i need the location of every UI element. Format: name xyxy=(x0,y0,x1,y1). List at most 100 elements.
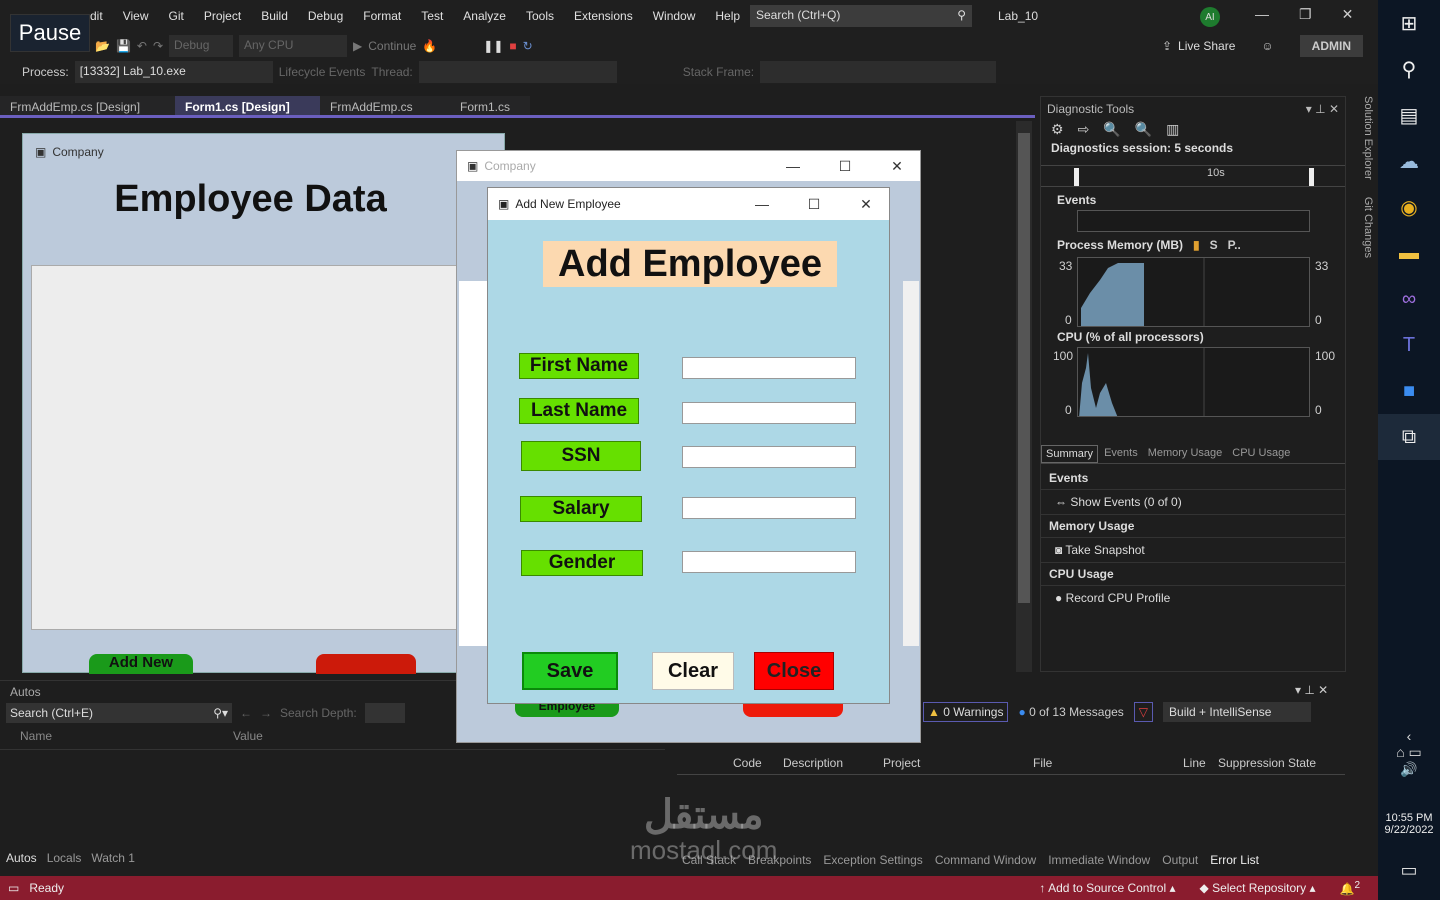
export-icon[interactable]: ⇨ xyxy=(1078,121,1090,138)
messages-filter[interactable]: ● 0 of 13 Messages xyxy=(1018,705,1123,719)
gender-input[interactable] xyxy=(682,551,856,573)
tab-exception-settings[interactable]: Exception Settings xyxy=(823,853,922,867)
designer-scrollbar[interactable] xyxy=(1016,121,1032,672)
settings-icon[interactable]: ⚙ xyxy=(1051,121,1064,138)
process-dropdown[interactable]: [13332] Lab_10.exe xyxy=(74,61,273,83)
teams-icon[interactable]: T xyxy=(1378,322,1440,368)
zoom-out-icon[interactable]: 🔍 xyxy=(1135,121,1152,138)
error-list-controls-icon[interactable]: ▾ ⊥ ✕ xyxy=(1295,683,1328,697)
select-repository-button[interactable]: ◆ Select Repository ▴ xyxy=(1200,881,1316,895)
menu-window[interactable]: Window xyxy=(643,9,706,23)
tab-command-window[interactable]: Command Window xyxy=(935,853,1036,867)
config-dropdown[interactable]: Debug xyxy=(169,35,234,57)
zoom-icon[interactable]: ■ xyxy=(1378,368,1440,414)
column-file[interactable]: File xyxy=(1033,756,1183,770)
search-icon[interactable]: ⚲ xyxy=(1378,46,1440,92)
menu-help[interactable]: Help xyxy=(705,9,750,23)
close-icon[interactable]: ✕ xyxy=(843,196,889,213)
chrome-icon[interactable]: ◉ xyxy=(1378,184,1440,230)
clear-button[interactable]: Clear xyxy=(652,652,734,690)
column-line[interactable]: Line xyxy=(1183,756,1218,770)
add-to-source-control-button[interactable]: ↑ Add to Source Control ▴ xyxy=(1039,881,1175,895)
tab-frmaddemp-code[interactable]: FrmAddEmp.cs xyxy=(320,96,450,115)
stack-frame-dropdown[interactable] xyxy=(760,61,997,83)
lifecycle-events[interactable]: Lifecycle Events xyxy=(279,65,366,79)
design-close-button[interactable] xyxy=(316,654,416,674)
output-icon[interactable]: ▭ xyxy=(8,881,19,895)
tab-output[interactable]: Output xyxy=(1162,853,1198,867)
network-icon[interactable]: ⌂ ▭ xyxy=(1378,744,1440,761)
column-name[interactable]: Name xyxy=(20,729,233,743)
menu-build[interactable]: Build xyxy=(251,9,298,23)
column-project[interactable]: Project xyxy=(883,756,1033,770)
menu-view[interactable]: View xyxy=(113,9,159,23)
undo-icon[interactable]: ↶ xyxy=(137,39,147,53)
search-depth-dropdown[interactable] xyxy=(364,703,405,723)
tab-events[interactable]: Events xyxy=(1100,445,1142,463)
clock-time[interactable]: 10:55 PM xyxy=(1378,812,1440,824)
pause-icon[interactable]: ❚❚ xyxy=(483,39,503,53)
tab-memory-usage[interactable]: Memory Usage xyxy=(1144,445,1227,463)
close-icon[interactable]: ✕ xyxy=(874,158,920,175)
salary-input[interactable] xyxy=(682,497,856,519)
show-events-link[interactable]: ⇔ Show Events (0 of 0) xyxy=(1041,490,1345,515)
platform-dropdown[interactable]: Any CPU xyxy=(239,35,348,57)
notifications-icon[interactable]: 🔔2 xyxy=(1339,880,1360,896)
company-close-button[interactable] xyxy=(743,703,843,717)
menu-analyze[interactable]: Analyze xyxy=(453,9,516,23)
minimize-icon[interactable]: — xyxy=(770,158,816,174)
maximize-icon[interactable]: ☐ xyxy=(822,158,868,175)
column-description[interactable]: Description xyxy=(783,756,883,770)
menu-git[interactable]: Git xyxy=(158,9,193,23)
continue-icon[interactable]: ▶ xyxy=(353,39,362,53)
redo-icon[interactable]: ↷ xyxy=(153,39,163,53)
thread-dropdown[interactable] xyxy=(418,61,617,83)
chevron-left-icon[interactable]: ‹ xyxy=(1378,728,1440,744)
menu-debug[interactable]: Debug xyxy=(298,9,353,23)
add-new-button[interactable]: Add New xyxy=(89,654,193,674)
minimize-icon[interactable]: — xyxy=(1255,6,1269,23)
column-code[interactable]: Code xyxy=(733,756,783,770)
zoom-in-icon[interactable]: 🔍 xyxy=(1103,121,1120,138)
feedback-icon[interactable]: ☺ xyxy=(1261,39,1273,53)
tab-form1-design[interactable]: Form1.cs [Design] xyxy=(175,96,320,115)
tab-summary[interactable]: Summary xyxy=(1041,445,1099,463)
autos-search-input[interactable]: Search (Ctrl+E) ⚲▾ xyxy=(6,703,232,723)
warnings-filter[interactable]: ▲ 0 Warnings xyxy=(923,702,1009,722)
admin-badge[interactable]: ADMIN xyxy=(1299,35,1363,57)
live-share-button[interactable]: Live Share xyxy=(1178,39,1235,53)
menu-test[interactable]: Test xyxy=(411,9,453,23)
save-icon[interactable]: 💾 xyxy=(116,39,131,53)
first-name-input[interactable] xyxy=(682,357,856,379)
tab-autos[interactable]: Autos xyxy=(6,851,37,865)
visual-studio-icon[interactable]: ∞ xyxy=(1378,276,1440,322)
tab-cpu-usage[interactable]: CPU Usage xyxy=(1228,445,1294,463)
reset-view-icon[interactable]: ▥ xyxy=(1166,121,1179,138)
continue-button[interactable]: Continue xyxy=(368,39,416,53)
solution-explorer-tab[interactable]: Solution Explorer xyxy=(1362,96,1374,180)
close-icon[interactable]: ✕ xyxy=(1342,6,1354,23)
timeline-ruler[interactable]: 10s xyxy=(1041,165,1345,187)
file-explorer-icon[interactable]: ▬ xyxy=(1378,230,1440,276)
close-button[interactable]: Close xyxy=(754,652,834,690)
record-cpu-profile-button[interactable]: ● Record CPU Profile xyxy=(1041,586,1345,610)
panel-controls-icon[interactable]: ▾ ⊥ ✕ xyxy=(1306,102,1339,116)
menu-extensions[interactable]: Extensions xyxy=(564,9,643,23)
menu-project[interactable]: Project xyxy=(194,9,251,23)
scope-dropdown[interactable]: Build + IntelliSense xyxy=(1163,702,1312,722)
tab-error-list[interactable]: Error List xyxy=(1210,853,1259,867)
filter-icon[interactable]: ▽ xyxy=(1133,702,1154,722)
ssn-input[interactable] xyxy=(682,446,856,468)
live-share-icon[interactable]: ⇪ xyxy=(1162,39,1172,53)
add-new-employee-button[interactable]: Employee xyxy=(515,703,619,717)
open-icon[interactable]: 📂 xyxy=(95,39,110,53)
maximize-icon[interactable]: ☐ xyxy=(791,196,837,213)
hot-reload-icon[interactable]: 🔥 xyxy=(422,39,437,53)
cpu-header[interactable]: CPU (% of all processors) xyxy=(1057,330,1204,344)
tab-watch-1[interactable]: Watch 1 xyxy=(91,851,135,865)
memory-header[interactable]: Process Memory (MB) ▮ S P.. xyxy=(1057,238,1241,252)
data-grid[interactable] xyxy=(31,265,461,630)
tab-immediate-window[interactable]: Immediate Window xyxy=(1048,853,1150,867)
search-box[interactable]: Search (Ctrl+Q) ⚲ xyxy=(750,5,972,27)
save-button[interactable]: Save xyxy=(522,652,618,690)
